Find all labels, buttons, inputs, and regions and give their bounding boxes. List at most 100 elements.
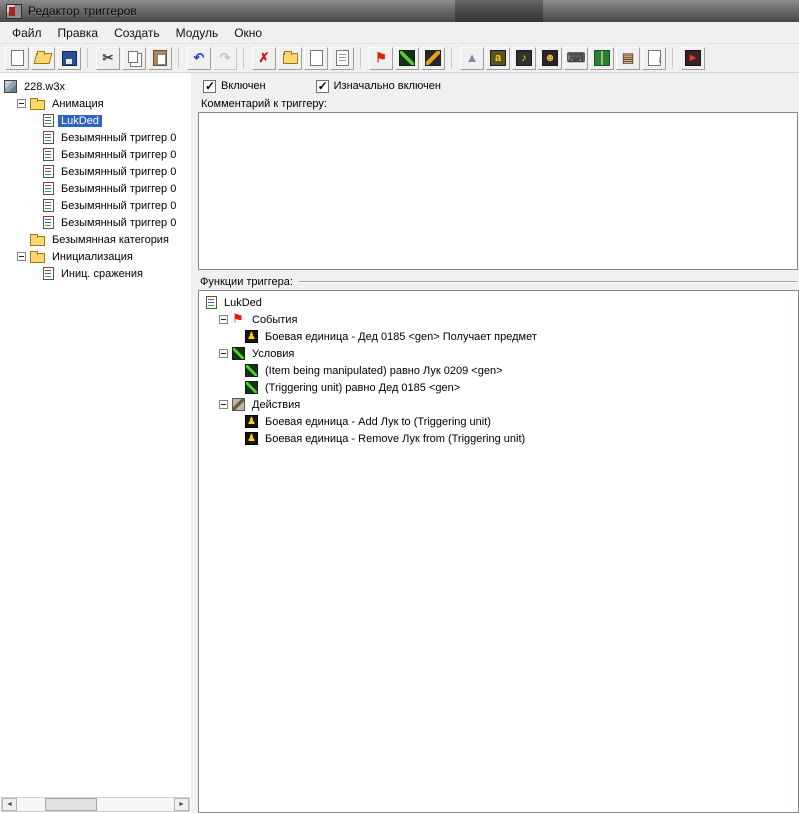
initially-on-checkbox[interactable] bbox=[315, 79, 329, 93]
tree-row[interactable]: Боевая единица - Add Лук to (Triggering … bbox=[202, 413, 798, 430]
expander-minus-icon[interactable] bbox=[219, 315, 228, 324]
object-manager-button[interactable]: ▤ bbox=[616, 46, 640, 70]
tree-row[interactable]: Действия bbox=[202, 396, 798, 413]
tree-row[interactable]: Безымянная категория bbox=[0, 231, 191, 248]
undo-button[interactable]: ↶ bbox=[187, 46, 211, 70]
test-map-icon bbox=[685, 50, 701, 66]
functions-header: Функции триггера: bbox=[200, 276, 797, 288]
tree-row[interactable]: (Triggering unit) равно Дед 0185 <gen> bbox=[202, 379, 798, 396]
ai-editor-button[interactable] bbox=[590, 46, 614, 70]
campaign-editor-button[interactable]: ⌨ bbox=[564, 46, 588, 70]
scroll-right-button[interactable]: ► bbox=[174, 798, 189, 811]
cut-button[interactable]: ✂ bbox=[96, 46, 120, 70]
tree-row[interactable]: Инициализация bbox=[0, 248, 191, 265]
tree-row[interactable]: LukDed bbox=[0, 112, 191, 129]
comment-textarea[interactable] bbox=[198, 112, 798, 270]
tree-row[interactable]: События bbox=[202, 311, 798, 328]
new-category-button[interactable] bbox=[278, 46, 302, 70]
initially-on-checkbox-label: Изначально включен bbox=[333, 80, 441, 92]
redo-button[interactable]: ↷ bbox=[213, 46, 237, 70]
tree-item-label: Безымянный триггер 0 bbox=[61, 199, 177, 212]
trigger-doc-icon bbox=[43, 131, 54, 144]
tree-item-label: Инициализация bbox=[52, 250, 133, 263]
checkbox-row: Включен Изначально включен bbox=[203, 78, 799, 94]
terrain-editor-button[interactable]: ▲ bbox=[460, 46, 484, 70]
tree-row[interactable]: 228.w3x bbox=[0, 78, 191, 95]
tree-item-label: 228.w3x bbox=[24, 80, 65, 93]
tree-row[interactable]: Безымянный триггер 0 bbox=[0, 146, 191, 163]
import-manager-button[interactable] bbox=[642, 46, 666, 70]
trigger-editor-button[interactable]: a bbox=[486, 46, 510, 70]
menu-item-2[interactable]: Создать bbox=[106, 24, 168, 42]
copy-button[interactable] bbox=[122, 46, 146, 70]
tree-row[interactable]: Условия bbox=[202, 345, 798, 362]
tree-row[interactable]: Анимация bbox=[0, 95, 191, 112]
open-map-button[interactable] bbox=[31, 46, 55, 70]
toolbar-separator bbox=[360, 48, 364, 68]
new-action-button[interactable] bbox=[421, 46, 445, 70]
expander-minus-icon[interactable] bbox=[219, 400, 228, 409]
tree-row[interactable]: LukDed bbox=[202, 294, 798, 311]
app-icon bbox=[6, 3, 22, 19]
folder-icon bbox=[30, 98, 45, 110]
unit-action-icon bbox=[245, 415, 258, 428]
ai-editor-icon bbox=[594, 50, 610, 66]
tree-item-label: Анимация bbox=[52, 97, 104, 110]
expander-minus-icon[interactable] bbox=[17, 252, 26, 261]
window-title: Редактор триггеров bbox=[28, 4, 137, 18]
tree-item-label: Безымянный триггер 0 bbox=[61, 131, 177, 144]
tree-row[interactable]: Безымянный триггер 0 bbox=[0, 163, 191, 180]
new-trigger-button[interactable] bbox=[304, 46, 328, 70]
save-map-button[interactable] bbox=[57, 46, 81, 70]
copy-icon bbox=[126, 50, 142, 66]
scroll-left-button[interactable]: ◄ bbox=[2, 798, 17, 811]
tree-row[interactable]: Безымянный триггер 0 bbox=[0, 129, 191, 146]
toolbar-separator bbox=[178, 48, 182, 68]
tree-item-label: Безымянный триггер 0 bbox=[61, 216, 177, 229]
tree-row[interactable]: Безымянный триггер 0 bbox=[0, 214, 191, 231]
tree-row[interactable]: Боевая единица - Дед 0185 <gen> Получает… bbox=[202, 328, 798, 345]
delete-button[interactable]: ✗ bbox=[252, 46, 276, 70]
toolbar-separator bbox=[672, 48, 676, 68]
menu-item-4[interactable]: Окно bbox=[226, 24, 270, 42]
menu-item-3[interactable]: Модуль bbox=[168, 24, 227, 42]
enabled-checkbox-group[interactable]: Включен bbox=[203, 79, 266, 93]
tree-item-label: Боевая единица - Дед 0185 <gen> Получает… bbox=[265, 330, 537, 343]
sound-editor-button[interactable]: ♪ bbox=[512, 46, 536, 70]
horizontal-scrollbar[interactable]: ◄ ► bbox=[1, 797, 190, 812]
object-editor-button[interactable]: ☻ bbox=[538, 46, 562, 70]
import-manager-icon bbox=[646, 50, 663, 67]
scrollbar-track[interactable] bbox=[17, 798, 174, 811]
expander-minus-icon[interactable] bbox=[17, 99, 26, 108]
new-comment-button[interactable] bbox=[330, 46, 354, 70]
tree-row[interactable]: (Item being manipulated) равно Лук 0209 … bbox=[202, 362, 798, 379]
functions-divider bbox=[298, 281, 797, 283]
initially-on-checkbox-group[interactable]: Изначально включен bbox=[315, 79, 441, 93]
new-condition-button[interactable] bbox=[395, 46, 419, 70]
functions-label: Функции триггера: bbox=[200, 276, 293, 288]
titlebar[interactable]: Редактор триггеров bbox=[0, 0, 799, 22]
menu-item-1[interactable]: Правка bbox=[50, 24, 107, 42]
tree-item-label: LukDed bbox=[224, 296, 262, 309]
trigger-detail-panel: Включен Изначально включен Комментарий к… bbox=[196, 73, 799, 813]
functions-panel: LukDed События Боевая единица - Дед 0185 <… bbox=[198, 290, 799, 813]
scrollbar-thumb[interactable] bbox=[45, 798, 97, 811]
new-event-icon: ⚑ bbox=[375, 50, 387, 65]
test-map-button[interactable] bbox=[681, 46, 705, 70]
menu-item-0[interactable]: Файл bbox=[4, 24, 50, 42]
tree-row[interactable]: Иниц. сражения bbox=[0, 265, 191, 282]
new-map-button[interactable] bbox=[5, 46, 29, 70]
new-condition-icon bbox=[399, 50, 415, 66]
tree-row[interactable]: Безымянный триггер 0 bbox=[0, 180, 191, 197]
tree-item-label: Безымянный триггер 0 bbox=[61, 165, 177, 178]
tree-row[interactable]: Боевая единица - Remove Лук from (Trigge… bbox=[202, 430, 798, 447]
unit-action-icon bbox=[245, 432, 258, 445]
condition-leaf-icon bbox=[245, 364, 258, 377]
campaign-editor-icon: ⌨ bbox=[566, 50, 586, 65]
tree-row[interactable]: Безымянный триггер 0 bbox=[0, 197, 191, 214]
paste-button[interactable] bbox=[148, 46, 172, 70]
functions-tree: LukDed События Боевая единица - Дед 0185 <… bbox=[199, 291, 798, 447]
new-event-button[interactable]: ⚑ bbox=[369, 46, 393, 70]
expander-minus-icon[interactable] bbox=[219, 349, 228, 358]
enabled-checkbox[interactable] bbox=[203, 79, 216, 93]
